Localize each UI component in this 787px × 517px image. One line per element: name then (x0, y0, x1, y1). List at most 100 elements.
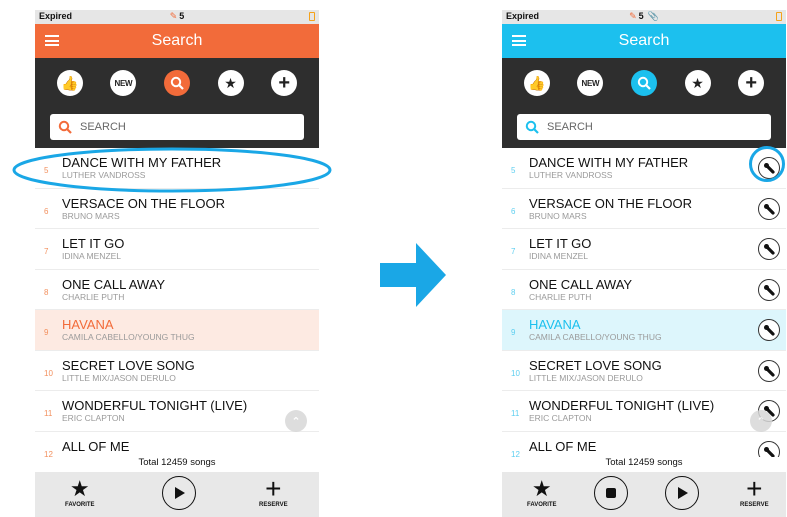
chevron-up-icon: ⌃ (756, 415, 766, 428)
title-bar: Search (35, 24, 319, 58)
page-title: Search (618, 32, 670, 49)
arrow-right-icon (380, 243, 446, 307)
battery-icon (776, 12, 782, 21)
list-item[interactable]: 10 SECRET LOVE SONG LITTLE MIX/JASON DERUL… (502, 351, 786, 391)
song-artist: CHARLIE PUTH (62, 291, 125, 302)
search-tab-button[interactable] (630, 70, 657, 96)
list-item[interactable]: 9 HAVANA CAMILA CABELLO/YOUNG THUG (502, 310, 786, 351)
song-artist: IDINA MENZEL (62, 251, 122, 261)
song-artist: LITTLE MIX/JASON DERULO (62, 372, 176, 383)
sing-button[interactable] (758, 197, 780, 220)
microphone-status-icon: ✎ (169, 11, 178, 21)
song-title: WONDERFUL TONIGHT (LIVE) (529, 398, 715, 413)
song-artist: IDINA MENZEL (529, 251, 589, 261)
song-title: ALL OF ME (62, 438, 130, 454)
scroll-top-button[interactable]: ⌃ (285, 410, 307, 432)
plus-icon[interactable]: + (738, 70, 765, 96)
new-songs-button[interactable]: NEW (110, 70, 137, 96)
star-icon[interactable]: ★ (217, 70, 244, 96)
stop-button[interactable] (594, 476, 628, 510)
status-bar: Expired ✎ 5 📎 (502, 10, 786, 24)
song-artist: CAMILA CABELLO/YOUNG THUG (62, 332, 195, 342)
list-item[interactable]: 8 ONE CALL AWAY CHARLIE PUTH (502, 270, 786, 310)
microphone-icon (764, 446, 775, 458)
menu-icon[interactable] (512, 35, 526, 46)
favorite-button[interactable]: ★ FAVORITE (527, 476, 557, 508)
screen-after: Expired ✎ 5 📎 Search 👍 NEW ★ + SEARCH 5 DAN… (502, 10, 786, 517)
list-item[interactable]: 8 ONE CALL AWAY CHARLIE PUTH (35, 270, 319, 310)
list-item[interactable]: 6 VERSACE ON THE FLOOR BRUNO MARS (502, 189, 786, 229)
microphone-icon (764, 325, 775, 336)
total-songs-label: Total 12459 songs (502, 457, 786, 472)
play-button[interactable] (162, 476, 196, 510)
reserve-button[interactable]: + RESERVE (740, 473, 769, 509)
thumbs-up-icon[interactable]: 👍 (56, 70, 83, 96)
stop-icon (606, 488, 616, 498)
song-title: SECRET LOVE SONG (62, 357, 195, 373)
sing-button[interactable] (758, 278, 780, 301)
search-input[interactable]: SEARCH (517, 114, 771, 140)
song-title: SECRET LOVE SONG (529, 357, 662, 373)
status-count: 5 (179, 11, 185, 21)
scroll-top-button[interactable]: ⌃ (750, 410, 772, 432)
song-title: DANCE WITH MY FATHER (529, 155, 689, 170)
sing-button[interactable] (758, 319, 780, 341)
song-artist: LITTLE MIX/JASON DERULO (529, 372, 643, 383)
new-songs-button[interactable]: NEW (577, 70, 604, 96)
bottom-bar: ★ FAVORITE + RESERVE (35, 472, 319, 517)
title-bar: Search (502, 24, 786, 58)
song-title: WONDERFUL TONIGHT (LIVE) (62, 398, 248, 413)
highlight-ellipse (12, 147, 332, 193)
play-button[interactable] (665, 476, 699, 510)
list-item[interactable]: 7 LET IT GO IDINA MENZEL (35, 229, 319, 270)
list-item[interactable]: 7 LET IT GO IDINA MENZEL (502, 229, 786, 270)
song-artist: CAMILA CABELLO/YOUNG THUG (529, 332, 662, 342)
song-artist: BRUNO MARS (529, 210, 587, 221)
search-input[interactable]: SEARCH (50, 114, 304, 140)
sing-button[interactable] (758, 359, 780, 382)
total-songs-label: Total 12459 songs (35, 457, 319, 472)
status-count: 5 (638, 11, 644, 21)
highlight-circle (749, 146, 785, 182)
plus-icon: + (265, 473, 282, 504)
chevron-up-icon: ⌃ (291, 415, 301, 428)
star-icon: ★ (69, 476, 90, 501)
list-item[interactable]: 5 DANCE WITH MY FATHER LUTHER VANDROSS (502, 148, 786, 189)
song-title: ONE CALL AWAY (62, 276, 166, 292)
song-artist: LUTHER VANDROSS (529, 170, 613, 180)
list-item[interactable]: 10 SECRET LOVE SONG LITTLE MIX/JASON DERUL… (35, 351, 319, 391)
play-icon (175, 487, 185, 499)
menu-icon[interactable] (45, 35, 59, 46)
microphone-icon (764, 365, 775, 377)
play-icon (678, 487, 688, 499)
song-title: ALL OF ME (529, 438, 597, 454)
song-title: HAVANA (62, 317, 114, 332)
search-placeholder: SEARCH (547, 121, 593, 133)
screen-before: Expired ✎ 5 Search 👍 NEW ★ + SEARCH 5 DANC… (35, 10, 319, 517)
battery-icon (309, 12, 315, 21)
sing-button[interactable] (758, 238, 780, 260)
search-tab-button[interactable] (163, 70, 190, 96)
reserve-button[interactable]: + RESERVE (259, 473, 288, 509)
song-list[interactable]: 5 DANCE WITH MY FATHER LUTHER VANDROSS 6 VE… (35, 148, 319, 464)
search-icon (170, 76, 184, 90)
microphone-icon (764, 284, 775, 296)
song-title: ONE CALL AWAY (529, 276, 633, 292)
song-artist: ERIC CLAPTON (529, 413, 592, 423)
bottom-bar: ★ FAVORITE + RESERVE (502, 472, 786, 517)
search-placeholder: SEARCH (80, 121, 126, 133)
list-item[interactable]: 11 WONDERFUL TONIGHT (LIVE) ERIC CLAPTON (35, 391, 319, 432)
list-item[interactable]: 11 WONDERFUL TONIGHT (LIVE) ERIC CLAPTON (502, 391, 786, 432)
search-icon (637, 76, 651, 90)
microphone-icon (764, 244, 775, 255)
favorite-button[interactable]: ★ FAVORITE (65, 476, 95, 508)
thumbs-up-icon[interactable]: 👍 (523, 70, 550, 96)
plus-icon[interactable]: + (271, 70, 298, 96)
status-bar: Expired ✎ 5 (35, 10, 319, 24)
song-artist: CHARLIE PUTH (529, 291, 592, 302)
list-item[interactable]: 9 HAVANA CAMILA CABELLO/YOUNG THUG (35, 310, 319, 351)
star-icon[interactable]: ★ (684, 70, 711, 96)
plus-icon: + (746, 473, 763, 504)
song-title: VERSACE ON THE FLOOR (62, 195, 226, 211)
song-list[interactable]: 5 DANCE WITH MY FATHER LUTHER VANDROSS 6 VE… (502, 148, 786, 464)
